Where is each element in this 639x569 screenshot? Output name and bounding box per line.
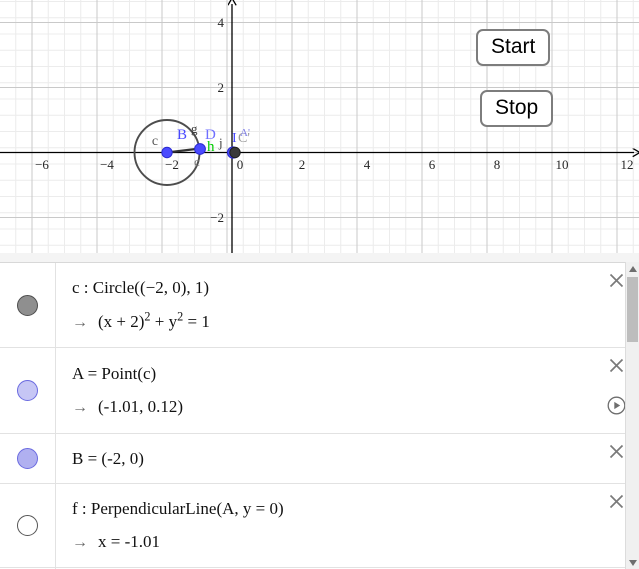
value-text: (-1.01, 0.12)	[98, 396, 183, 416]
algebra-row-line-f[interactable]: f : PerpendicularLine(A, y = 0) → x = -1…	[0, 484, 639, 568]
triangle-up-icon	[628, 265, 637, 272]
scrollbar-thumb[interactable]	[627, 277, 638, 342]
visibility-toggle-point-a[interactable]	[17, 380, 38, 401]
close-icon[interactable]	[608, 272, 625, 289]
xtick-2: 2	[299, 157, 306, 172]
visibility-toggle-line-f[interactable]	[17, 515, 38, 536]
marker-cell	[0, 484, 56, 567]
xtick-6: 6	[429, 157, 436, 172]
value-text: x = -1.01	[98, 531, 160, 551]
value-row: → x = -1.01	[72, 522, 587, 555]
marker-cell	[0, 263, 56, 347]
xtick-12: 12	[621, 157, 634, 172]
label-circle-c: c	[152, 134, 158, 149]
definition-text: B = (-2, 0)	[72, 446, 587, 472]
definition-text: f : PerpendicularLine(A, y = 0)	[72, 496, 587, 522]
xtick-10: 10	[556, 157, 569, 172]
point-C-prime[interactable]	[229, 146, 241, 159]
scroll-up-arrow[interactable]	[626, 262, 639, 275]
algebra-row-circle-c[interactable]: c : Circle((−2, 0), 1) → (x + 2)2 + y2 =…	[0, 263, 639, 348]
label-h: h	[207, 139, 215, 155]
play-animation-icon[interactable]	[607, 396, 626, 415]
algebra-scrollbar[interactable]	[625, 262, 639, 569]
label-segment-g: g	[191, 121, 198, 136]
y-axis-tick-labels: 4 2 −2	[210, 15, 224, 225]
arrow-icon: →	[72, 398, 88, 416]
stop-button[interactable]: Stop	[480, 90, 554, 127]
definition-text: A = Point(c)	[72, 361, 587, 387]
ytick-2: 2	[218, 80, 225, 95]
label-point-A-prime: A'	[240, 127, 250, 139]
definition-value: A = Point(c)	[72, 364, 157, 384]
label-point-B: B	[177, 127, 187, 143]
arrow-icon: →	[72, 533, 88, 551]
definition-value: c : Circle((−2, 0), 1)	[72, 277, 210, 297]
visibility-toggle-circle-c[interactable]	[17, 294, 38, 316]
scroll-down-arrow[interactable]	[626, 556, 639, 569]
point-B[interactable]	[161, 146, 173, 159]
geogebra-window: −6 −4 −2 0 2 4 6 8 10 12 4 2 −2 c g B D …	[0, 0, 639, 569]
triangle-down-icon	[628, 559, 637, 566]
algebra-row-content[interactable]: c : Circle((−2, 0), 1) → (x + 2)2 + y2 =…	[56, 263, 587, 347]
algebra-row-content[interactable]: f : PerpendicularLine(A, y = 0) → x = -1…	[56, 484, 587, 567]
label-j: j	[218, 135, 223, 150]
ytick--2: −2	[210, 210, 224, 225]
algebra-list: c : Circle((−2, 0), 1) → (x + 2)2 + y2 =…	[0, 262, 639, 569]
xtick--2: −2	[165, 157, 179, 172]
value-row: → (-1.01, 0.12)	[72, 387, 587, 420]
xtick-4: 4	[364, 157, 371, 172]
algebra-row-content[interactable]: B = (-2, 0)	[56, 434, 587, 483]
xtick-0: 0	[237, 157, 244, 172]
point-A[interactable]	[194, 143, 206, 155]
xtick-8: 8	[494, 157, 501, 172]
algebra-row-content[interactable]: A = Point(c) → (-1.01, 0.12)	[56, 348, 587, 433]
arrow-icon: →	[72, 314, 88, 332]
label-c-lower: c	[194, 154, 200, 169]
marker-cell	[0, 434, 56, 483]
algebra-row-point-b[interactable]: B = (-2, 0)	[0, 434, 639, 484]
value-row: → (x + 2)2 + y2 = 1	[72, 300, 587, 335]
definition-value: f : PerpendicularLine(A, y = 0)	[72, 499, 284, 519]
definition-value: B = (-2, 0)	[72, 448, 144, 468]
start-button[interactable]: Start	[476, 29, 551, 66]
close-icon[interactable]	[608, 357, 625, 374]
definition-text: c : Circle((−2, 0), 1)	[72, 275, 587, 301]
algebra-view: c : Circle((−2, 0), 1) → (x + 2)2 + y2 =…	[0, 253, 639, 569]
visibility-toggle-point-b[interactable]	[17, 448, 38, 469]
xtick--6: −6	[35, 157, 49, 172]
algebra-row-point-a[interactable]: A = Point(c) → (-1.01, 0.12)	[0, 348, 639, 434]
close-icon[interactable]	[608, 443, 625, 460]
marker-cell	[0, 348, 56, 433]
close-icon[interactable]	[608, 493, 625, 510]
label-I: I	[232, 131, 237, 146]
ytick-4: 4	[218, 15, 225, 30]
xtick--4: −4	[100, 157, 114, 172]
value-text: (x + 2)2 + y2 = 1	[98, 309, 210, 332]
graphics-view[interactable]: −6 −4 −2 0 2 4 6 8 10 12 4 2 −2 c g B D …	[0, 0, 639, 253]
